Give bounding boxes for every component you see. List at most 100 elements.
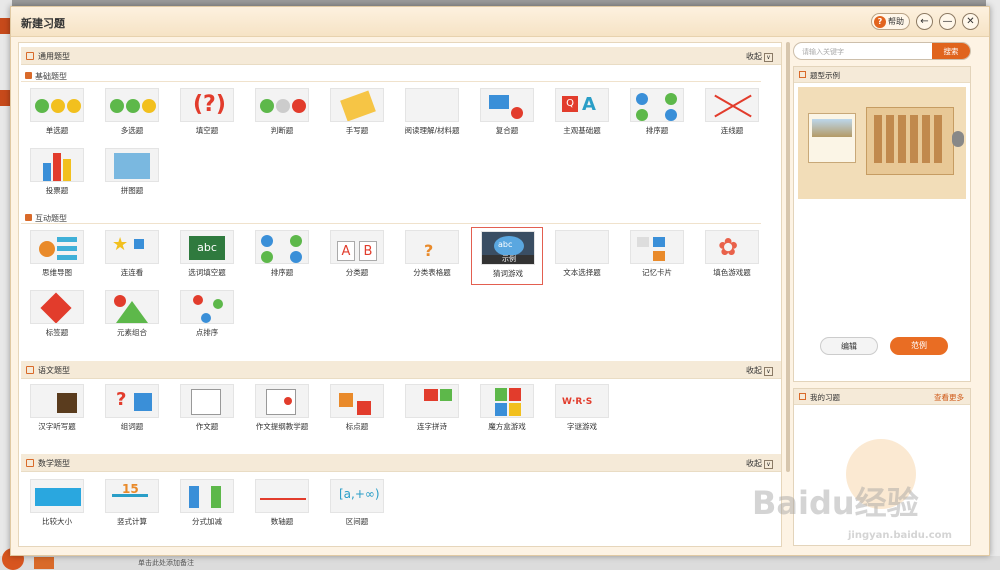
question-type-math-3[interactable]: 数轴题 bbox=[246, 476, 318, 534]
question-type-basic-1[interactable]: 多选题 bbox=[96, 85, 168, 143]
question-type-basic-3[interactable]: 判断题 bbox=[246, 85, 318, 143]
collapse-button[interactable]: 收起 ∨ bbox=[746, 458, 773, 469]
question-type-label: 组词题 bbox=[120, 422, 144, 431]
question-type-basic-5[interactable]: 阅读理解/材料题 bbox=[396, 85, 468, 143]
question-type-label: 分式加减 bbox=[192, 517, 222, 526]
question-type-math-4[interactable]: [a,+∞) 区间题 bbox=[321, 476, 393, 534]
question-type-basic-6[interactable]: 复合题 bbox=[471, 85, 543, 143]
question-type-interactive-7[interactable]: 文本选择题 bbox=[546, 227, 618, 285]
question-type-icon: ? bbox=[405, 230, 459, 264]
view-more-link[interactable]: 查看更多 bbox=[934, 392, 964, 403]
section-icon bbox=[26, 52, 34, 60]
question-type-basic-8[interactable]: 排序题 bbox=[621, 85, 693, 143]
question-type-math-2[interactable]: 分式加减 bbox=[171, 476, 243, 534]
question-type-interactive-3[interactable]: 排序题 bbox=[246, 227, 318, 285]
question-type-interactive-10[interactable]: 标签题 bbox=[21, 287, 93, 345]
collapse-button[interactable]: 收起 ∨ bbox=[746, 365, 773, 376]
collapse-button[interactable]: 收起 ∨ bbox=[746, 51, 773, 62]
minimize-button[interactable]: — bbox=[939, 13, 956, 30]
question-type-basic-10[interactable]: 投票题 bbox=[21, 145, 93, 203]
question-type-label: 手写题 bbox=[345, 126, 369, 135]
question-type-icon: (?) bbox=[180, 88, 234, 122]
question-type-label: 判断题 bbox=[270, 126, 294, 135]
question-type-math-1[interactable]: 15 竖式计算 bbox=[96, 476, 168, 534]
search-button[interactable]: 搜索 bbox=[932, 43, 970, 59]
search-box[interactable]: 请输入关键字 搜索 bbox=[793, 42, 971, 60]
question-type-label: 多选题 bbox=[120, 126, 144, 135]
question-type-icon bbox=[630, 88, 684, 122]
question-type-basic-7[interactable]: Q A 主观基础题 bbox=[546, 85, 618, 143]
my-exercises-icon bbox=[799, 393, 806, 400]
question-type-label: 作文题 bbox=[195, 422, 219, 431]
question-type-interactive-2[interactable]: abc 选词填空题 bbox=[171, 227, 243, 285]
notes-placeholder[interactable]: 单击此处添加备注 bbox=[138, 558, 194, 568]
question-type-icon bbox=[405, 384, 459, 418]
question-type-chinese-0[interactable]: 汉字听写题 bbox=[21, 381, 93, 439]
question-type-chinese-5[interactable]: 连字拼诗 bbox=[396, 381, 468, 439]
question-type-label: 作文提纲教学题 bbox=[255, 422, 309, 431]
question-type-icon bbox=[30, 290, 84, 324]
question-type-chinese-4[interactable]: 标点题 bbox=[321, 381, 393, 439]
question-type-icon bbox=[30, 479, 84, 513]
question-type-label: 文本选择题 bbox=[563, 268, 601, 277]
question-type-label: 投票题 bbox=[45, 186, 69, 195]
question-type-label: 竖式计算 bbox=[117, 517, 147, 526]
section-header-general: 通用题型 收起 ∨ bbox=[21, 47, 781, 65]
question-type-label: 阅读理解/材料题 bbox=[404, 126, 460, 135]
question-type-panel: 通用题型 收起 ∨ 基础题型 互动题型 单选题 多选题 (?) 填空题 判断题 手写题 阅读理解… bbox=[18, 42, 782, 547]
question-type-interactive-5[interactable]: ? 分类表格题 bbox=[396, 227, 468, 285]
question-type-basic-2[interactable]: (?) 填空题 bbox=[171, 85, 243, 143]
help-button[interactable]: ? 帮助 bbox=[871, 13, 910, 30]
close-button[interactable]: ✕ bbox=[962, 13, 979, 30]
question-type-chinese-1[interactable]: ? 组词题 bbox=[96, 381, 168, 439]
question-type-chinese-3[interactable]: 作文提纲教学题 bbox=[246, 381, 318, 439]
question-type-label: 拼图题 bbox=[120, 186, 144, 195]
question-type-icon: W·R·S bbox=[555, 384, 609, 418]
question-type-interactive-8[interactable]: 记忆卡片 bbox=[621, 227, 693, 285]
edit-button[interactable]: 编辑 bbox=[820, 337, 878, 355]
question-type-chinese-2[interactable]: 作文题 bbox=[171, 381, 243, 439]
question-type-interactive-4[interactable]: A B 分类题 bbox=[321, 227, 393, 285]
watermark-url: jingyan.baidu.com bbox=[848, 530, 952, 541]
question-type-icon bbox=[555, 230, 609, 264]
example-button[interactable]: 范例 bbox=[890, 337, 948, 355]
question-type-interactive-9[interactable]: ✿ 填色游戏题 bbox=[696, 227, 768, 285]
question-type-basic-4[interactable]: 手写题 bbox=[321, 85, 393, 143]
question-type-label: 比较大小 bbox=[42, 517, 72, 526]
question-type-icon: 15 bbox=[105, 479, 159, 513]
question-type-interactive-6[interactable]: abc 示例 猜词游戏 bbox=[471, 227, 543, 285]
question-type-math-0[interactable]: 比较大小 bbox=[21, 476, 93, 534]
question-type-label: 记忆卡片 bbox=[642, 268, 672, 277]
question-type-label: 填色游戏题 bbox=[713, 268, 751, 277]
question-type-basic-0[interactable]: 单选题 bbox=[21, 85, 93, 143]
question-type-interactive-11[interactable]: 元素组合 bbox=[96, 287, 168, 345]
question-type-icon bbox=[705, 88, 759, 122]
question-type-basic-11[interactable]: 拼图题 bbox=[96, 145, 168, 203]
question-type-label: 选词填空题 bbox=[188, 268, 226, 277]
question-type-interactive-0[interactable]: 思维导图 bbox=[21, 227, 93, 285]
question-type-label: 思维导图 bbox=[42, 268, 72, 277]
question-type-interactive-12[interactable]: 点排序 bbox=[171, 287, 243, 345]
back-button[interactable]: ← bbox=[916, 13, 933, 30]
question-type-icon bbox=[255, 384, 309, 418]
example-icon bbox=[799, 71, 806, 78]
question-type-chinese-6[interactable]: 魔方盒游戏 bbox=[471, 381, 543, 439]
background-app-bottom: 单击此处添加备注 bbox=[0, 548, 1000, 570]
title-bar: 新建习题 ? 帮助 ← — ✕ bbox=[11, 7, 989, 37]
question-type-label: 数轴题 bbox=[270, 517, 294, 526]
watermark: Baidu经验 bbox=[752, 484, 919, 522]
question-type-label: 标点题 bbox=[345, 422, 369, 431]
question-type-label: 区间题 bbox=[345, 517, 369, 526]
question-type-interactive-1[interactable]: ★ 连连看 bbox=[96, 227, 168, 285]
chinese-section: 语文题型 收起 ∨ 汉字听写题? 组词题 作文题 作文提纲教学题 标点题 连字拼诗 魔方盒游戏 W… bbox=[21, 361, 781, 447]
question-type-chinese-7[interactable]: W·R·S 字谜游戏 bbox=[546, 381, 618, 439]
question-type-label: 排序题 bbox=[270, 268, 294, 277]
search-input[interactable]: 请输入关键字 bbox=[802, 47, 844, 57]
scrollbar[interactable] bbox=[786, 42, 790, 472]
question-type-label: 魔方盒游戏 bbox=[488, 422, 526, 431]
question-type-basic-9[interactable]: 连线题 bbox=[696, 85, 768, 143]
example-overlay: 示例 bbox=[482, 255, 534, 264]
question-type-icon bbox=[255, 88, 309, 122]
question-type-label: 分类表格题 bbox=[413, 268, 451, 277]
question-type-icon: [a,+∞) bbox=[330, 479, 384, 513]
